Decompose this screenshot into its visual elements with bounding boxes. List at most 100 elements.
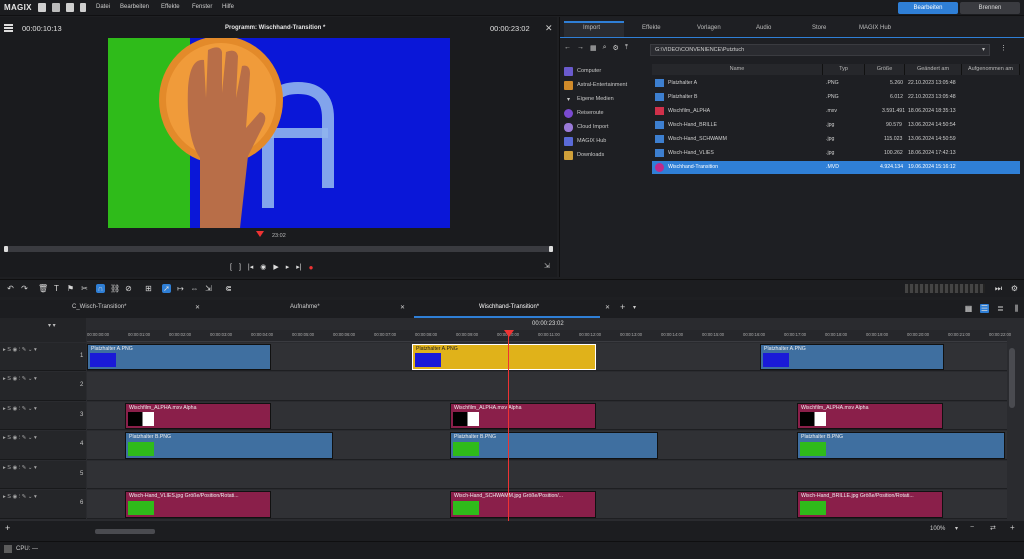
tab-list-icon[interactable]: ▾ xyxy=(633,304,636,311)
more-options-icon[interactable]: ⋮ xyxy=(1000,44,1007,52)
track-header-1[interactable]: ▸ S ◉ ⫶ ✎ ⌄ ▾ 1 xyxy=(0,343,86,371)
chevron-down-icon[interactable]: ▾ xyxy=(955,525,958,532)
play-icon[interactable]: ▸ xyxy=(286,263,290,271)
track-controls[interactable]: ▸ S ◉ ⫶ ✎ ⌄ ▾ xyxy=(3,435,37,442)
track-menu-icon[interactable]: ▾ ▾ xyxy=(48,322,56,329)
clip-platzhalter-b[interactable]: Platzhalter B.PNG xyxy=(450,432,658,459)
tab-effekte[interactable]: Effekte xyxy=(642,25,661,31)
open-folder-icon[interactable] xyxy=(52,3,60,12)
magnet-icon[interactable]: ∩ xyxy=(96,284,105,293)
clip-wischfilm-alpha[interactable]: Wischfilm_ALPHA.mxv Alpha xyxy=(797,403,943,429)
track-controls[interactable]: ▸ S ◉ ⫶ ✎ ⌄ ▾ xyxy=(3,494,37,501)
grid-view-icon[interactable]: ▦ xyxy=(964,304,973,313)
tab-magix-hub[interactable]: MAGIX Hub xyxy=(859,25,891,31)
clip-platzhalter-a[interactable]: Platzhalter A.PNG xyxy=(760,344,944,370)
file-row[interactable]: Wischfilm_ALPHA .mxv 3.591.491 18.06.2024 1… xyxy=(652,105,1020,118)
burn-mode-button[interactable]: Brennen xyxy=(960,2,1020,14)
timeline-view-icon[interactable]: ☰ xyxy=(980,304,989,313)
track-controls[interactable]: ▸ S ◉ ⫶ ✎ ⌄ ▾ xyxy=(3,376,37,383)
file-row[interactable]: Wisch-Hand_SCHWAMM .jpg 115.023 13.06.2024 … xyxy=(652,133,1020,146)
tab-wischhand-transition[interactable]: Wischhand-Transition* xyxy=(479,304,539,310)
folder-up-icon[interactable]: ⤒ xyxy=(625,44,628,56)
col-recorded[interactable]: Aufgenommen am xyxy=(962,64,1020,75)
menu-bearbeiten[interactable]: Bearbeiten xyxy=(120,4,149,10)
sidebar-item-astral[interactable]: Astral-Entertainment xyxy=(564,79,627,91)
track-header-5[interactable]: ▸ S ◉ ⫶ ✎ ⌄ ▾ 5 xyxy=(0,461,86,489)
cut-icon[interactable]: ✂ xyxy=(80,284,89,293)
save-icon[interactable] xyxy=(66,3,74,12)
file-row[interactable]: Platzhalter A .PNG 5.260 22.10.2023 13:05:4… xyxy=(652,77,1020,90)
track-header-6[interactable]: ▸ S ◉ ⫶ ✎ ⌄ ▾ 6 xyxy=(0,490,86,519)
trim-icon[interactable]: ⊞ xyxy=(144,284,153,293)
close-icon[interactable]: ✕ xyxy=(605,304,610,311)
vertical-scrollbar[interactable] xyxy=(1009,348,1015,408)
zoom-out-icon[interactable]: − xyxy=(970,524,974,531)
col-modified[interactable]: Geändert am xyxy=(905,64,962,75)
mark-out-icon[interactable]: ] xyxy=(239,264,241,271)
group-icon[interactable]: ⊘ xyxy=(124,284,133,293)
menu-fenster[interactable]: Fenster xyxy=(192,4,212,10)
tab-store[interactable]: Store xyxy=(812,25,826,31)
sidebar-item-cloud-import[interactable]: Cloud Import xyxy=(564,121,609,133)
play-pause-icon[interactable]: ▶ xyxy=(273,263,278,271)
clip-platzhalter-b[interactable]: Platzhalter B.PNG xyxy=(125,432,333,459)
add-tab-icon[interactable]: + xyxy=(620,302,625,312)
clip-wischfilm-alpha[interactable]: Wischfilm_ALPHA.mxv Alpha xyxy=(450,403,596,429)
scrub-start-handle[interactable] xyxy=(4,246,8,252)
clip-platzhalter-a-selected[interactable]: Platzhalter A.PNG xyxy=(412,344,596,370)
col-type[interactable]: Typ xyxy=(823,64,865,75)
col-name[interactable]: Name xyxy=(652,64,823,75)
link-icon[interactable]: ⛓ xyxy=(110,284,120,293)
track-header-4[interactable]: ▸ S ◉ ⫶ ✎ ⌄ ▾ 4 xyxy=(0,431,86,460)
stretch-icon[interactable]: ⇔ xyxy=(190,284,199,293)
col-size[interactable]: Größe xyxy=(865,64,905,75)
track-controls[interactable]: ▸ S ◉ ⫶ ✎ ⌄ ▾ xyxy=(3,465,37,472)
close-icon[interactable]: ✕ xyxy=(545,23,553,34)
edit-mode-button[interactable]: Bearbeiten xyxy=(898,2,958,14)
chevron-down-icon[interactable]: ▾ xyxy=(982,46,985,53)
clip-wischfilm-alpha[interactable]: Wischfilm_ALPHA.mxv Alpha xyxy=(125,403,271,429)
text-icon[interactable]: T xyxy=(52,284,61,293)
settings-gear-icon[interactable]: ⚙ xyxy=(613,44,619,56)
menu-effekte[interactable]: Effekte xyxy=(161,4,180,10)
range-select-icon[interactable]: ↦ xyxy=(176,284,185,293)
file-row[interactable]: Wisch-Hand_VLIES .jpg 100.262 18.06.2024 17… xyxy=(652,147,1020,160)
prev-marker-icon[interactable]: |◂ xyxy=(248,263,253,271)
playhead-marker-icon[interactable] xyxy=(256,231,264,237)
view-icon[interactable]: ▦ xyxy=(590,44,597,56)
zoom-fit-icon[interactable]: ⇄ xyxy=(990,524,996,532)
tab-aufnahme[interactable]: Aufnahme* xyxy=(290,304,320,310)
clip-wisch-hand-vlies[interactable]: Wisch-Hand_VLIES.jpg Größe/Position/Rota… xyxy=(125,491,271,518)
clip-wisch-hand-schwamm[interactable]: Wisch-Hand_SCHWAMM.jpg Größe/Position/..… xyxy=(450,491,596,518)
sidebar-item-eigene-medien[interactable]: ▾ Eigene Medien xyxy=(564,93,614,105)
record-icon[interactable]: ● xyxy=(309,263,314,272)
track-controls[interactable]: ▸ S ◉ ⫶ ✎ ⌄ ▾ xyxy=(3,347,37,354)
sidebar-item-magix-hub[interactable]: MAGIX Hub xyxy=(564,135,606,147)
back-icon[interactable]: ← xyxy=(564,44,571,56)
playhead-line[interactable] xyxy=(508,330,509,528)
storyboard-view-icon[interactable]: ≣ xyxy=(996,304,1005,313)
menu-more-icon[interactable] xyxy=(80,3,86,12)
menu-datei[interactable]: Datei xyxy=(96,4,110,10)
scrub-bar[interactable] xyxy=(4,246,553,252)
path-field[interactable]: G:\VIDEO\CONVENIENCE\Putztuch ▾ xyxy=(650,44,990,56)
next-marker-icon[interactable]: ▸| xyxy=(296,263,301,271)
hamburger-icon[interactable] xyxy=(4,24,13,32)
track-header-2[interactable]: ▸ S ◉ ⫶ ✎ ⌄ ▾ 2 xyxy=(0,372,86,401)
next-icon[interactable]: ⏭ xyxy=(994,284,1003,293)
sidebar-item-downloads[interactable]: Downloads xyxy=(564,149,604,161)
track-lane-5[interactable] xyxy=(87,461,1007,489)
mixer-view-icon[interactable]: ⫼ xyxy=(1012,304,1021,313)
forward-icon[interactable]: → xyxy=(577,44,584,56)
horizontal-scrollbar[interactable] xyxy=(95,529,155,534)
pointer-icon[interactable]: ➚ xyxy=(162,284,171,293)
tab-audio[interactable]: Audio xyxy=(756,25,771,31)
position-ruler[interactable]: 23:02 xyxy=(6,231,554,242)
mixer-icon[interactable]: ⋐ xyxy=(224,284,233,293)
playhead-icon[interactable] xyxy=(504,330,514,337)
menu-hilfe[interactable]: Hilfe xyxy=(222,4,234,10)
marker-icon[interactable]: ⚑ xyxy=(66,284,75,293)
timeline-ruler[interactable]: 00:00:00:00 00:00:01:00 00:00:02:00 00:00:0… xyxy=(87,330,1011,342)
file-row-selected[interactable]: Wischhand-Transition .MVD 4.924.134 19.06.2… xyxy=(652,161,1020,174)
tab-vorlagen[interactable]: Vorlagen xyxy=(697,25,721,31)
